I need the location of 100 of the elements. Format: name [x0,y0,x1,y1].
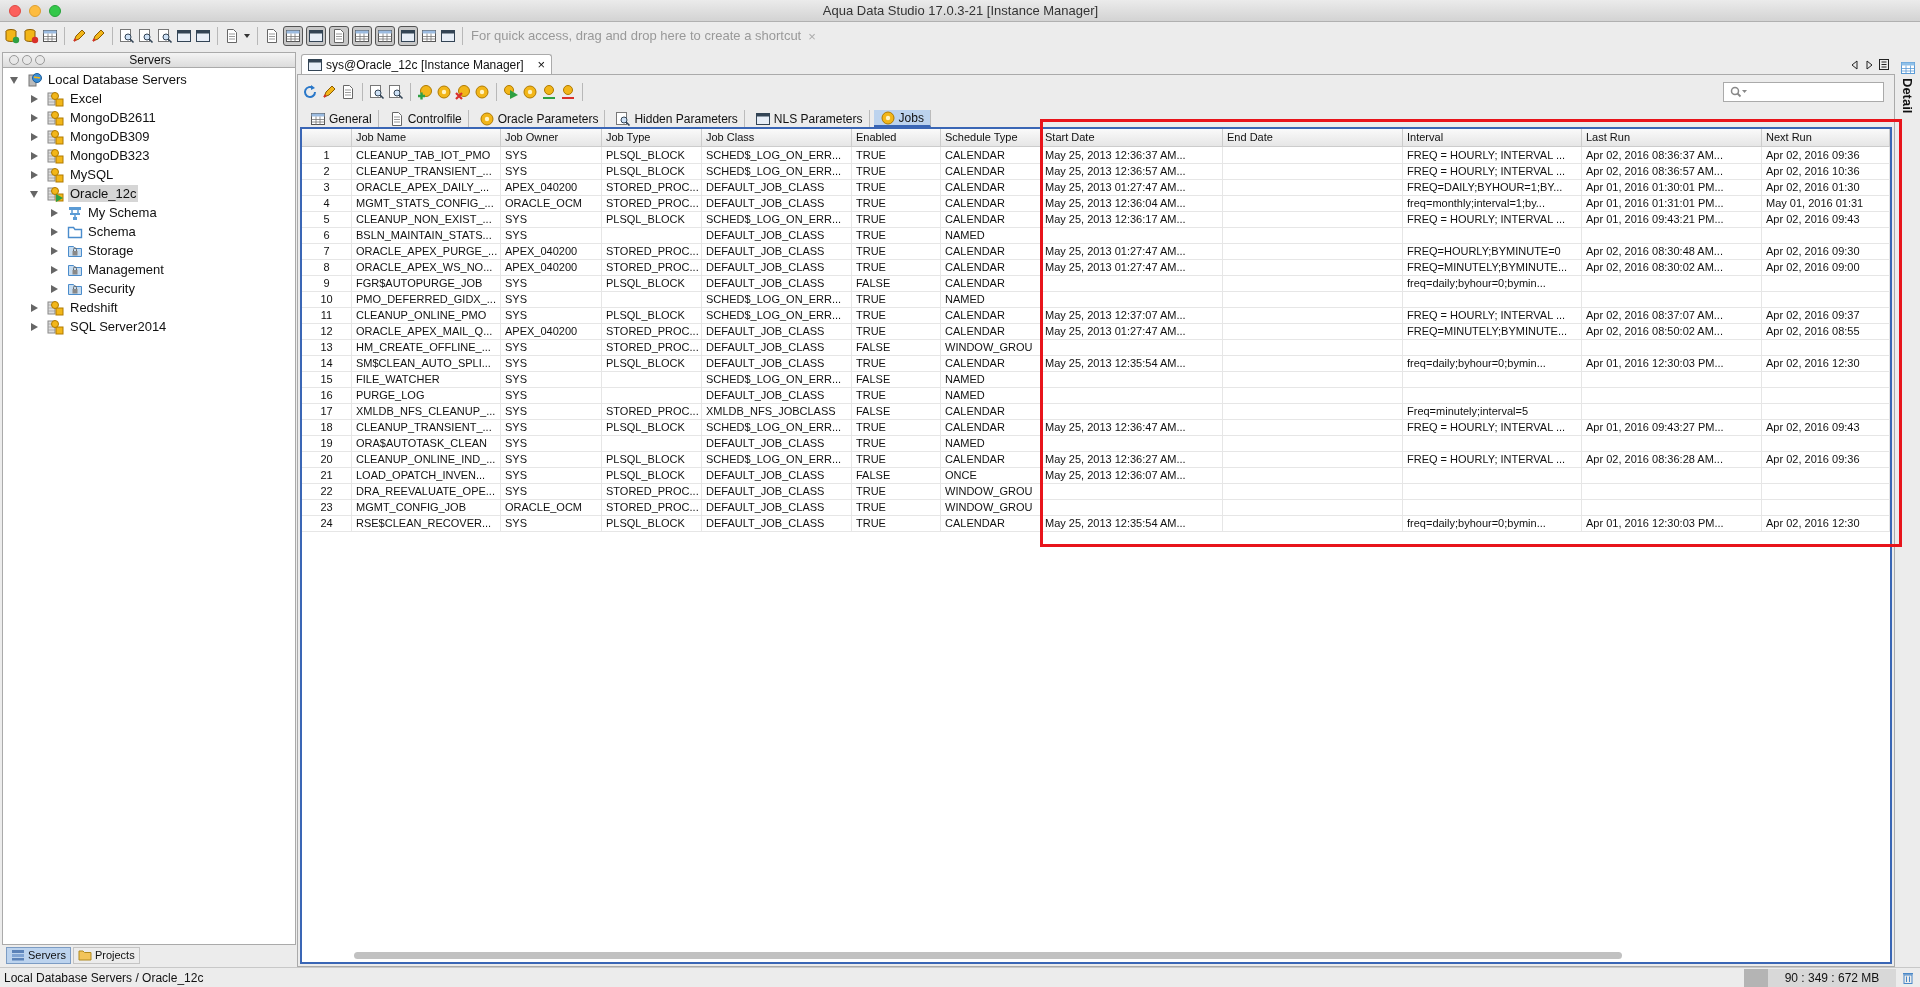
database-icon[interactable] [4,28,20,44]
gear-underline-icon[interactable] [541,84,557,100]
window-icon[interactable] [440,28,456,44]
column-header[interactable]: End Date [1223,129,1403,146]
window-icon[interactable] [308,28,324,44]
editor-tab[interactable]: sys@Oracle_12c [Instance Manager] × [301,54,553,74]
table-cell: SCHED$_LOG_ON_ERR... [702,291,852,308]
window-icon[interactable] [195,28,211,44]
collapsed-arrow-icon[interactable] [49,207,59,218]
search-icon[interactable] [119,28,135,44]
document-icon[interactable] [331,28,347,44]
grid-icon[interactable] [42,28,58,44]
tree-item[interactable]: Oracle_12c [68,185,139,202]
column-header[interactable]: Schedule Type [941,129,1041,146]
table-cell: freq=daily;byhour=0;bymin... [1403,275,1582,292]
tree-item[interactable]: Storage [86,242,136,259]
table-cell: WINDOW_GROU [941,339,1041,356]
column-header[interactable]: Interval [1403,129,1582,146]
column-header[interactable]: Enabled [852,129,941,146]
search-icon[interactable] [138,28,154,44]
tab[interactable]: Jobs [873,110,931,127]
tree-item[interactable]: MongoDB2611 [68,109,158,126]
row-number: 16 [302,387,352,404]
scroll-left-icon[interactable] [1851,59,1859,70]
gear-plus-icon[interactable] [417,84,433,100]
tree-item[interactable]: Redshift [68,299,120,316]
tree-item[interactable]: MongoDB309 [68,128,152,145]
gear-icon[interactable] [436,84,452,100]
collapsed-arrow-icon[interactable] [29,321,39,332]
table-cell: CLEANUP_TRANSIENT_... [352,419,501,436]
trash-icon[interactable] [1902,971,1914,984]
column-header[interactable]: Next Run [1762,129,1890,146]
gear-underline-icon[interactable] [560,84,576,100]
search-icon[interactable] [615,110,632,127]
window-icon[interactable] [400,28,416,44]
window-icon[interactable] [754,110,771,127]
column-header[interactable]: Job Type [602,129,702,146]
document-icon[interactable] [224,28,240,44]
search-icon[interactable] [388,84,404,100]
tree-item[interactable]: MongoDB323 [68,147,152,164]
gear-icon[interactable] [879,109,896,126]
collapsed-arrow-icon[interactable] [29,169,39,180]
column-header[interactable]: Last Run [1582,129,1762,146]
collapsed-arrow-icon[interactable] [49,283,59,294]
pen-icon[interactable] [90,28,106,44]
column-header[interactable]: Job Owner [501,129,602,146]
pen-icon[interactable] [321,84,337,100]
collapsed-arrow-icon[interactable] [29,131,39,142]
horizontal-scrollbar[interactable] [354,951,1622,959]
collapsed-arrow-icon[interactable] [29,302,39,313]
detail-tab[interactable]: Detail [1897,78,1918,114]
collapsed-arrow-icon[interactable] [49,226,59,237]
collapsed-arrow-icon[interactable] [49,264,59,275]
gear-cross-icon[interactable] [455,84,471,100]
tree-item[interactable]: Management [86,261,166,278]
table-icon[interactable] [1900,62,1915,74]
tree-item[interactable]: Schema [86,223,138,240]
database-icon[interactable] [23,28,39,44]
expanded-arrow-icon[interactable] [29,188,39,199]
row-number: 22 [302,483,352,500]
gear-icon[interactable] [522,84,538,100]
expanded-arrow-icon[interactable] [9,74,19,85]
table-cell: Apr 02, 2016 08:37:07 AM... [1582,307,1762,324]
column-header[interactable]: Job Name [352,129,501,146]
refresh-icon[interactable] [302,84,318,100]
grid-icon[interactable] [377,28,393,44]
collapsed-arrow-icon[interactable] [29,150,39,161]
document-icon[interactable] [340,84,356,100]
search-field[interactable] [1723,82,1884,102]
scroll-right-icon[interactable] [1865,59,1873,70]
tree-item[interactable]: SQL Server2014 [68,318,169,335]
panel-tab[interactable]: Projects [72,946,140,964]
pen-icon[interactable] [71,28,87,44]
document-icon[interactable] [264,28,280,44]
collapsed-arrow-icon[interactable] [29,93,39,104]
grid-icon[interactable] [310,110,326,127]
tree-item[interactable]: MySQL [68,166,116,183]
panel-tab[interactable]: Servers [6,946,71,964]
gear-icon[interactable] [474,84,490,100]
table-cell: SYS [501,275,602,292]
close-window-button[interactable] [9,4,21,17]
tree-item[interactable]: My Schema [86,204,159,221]
tree-item[interactable]: Local Database Servers [46,71,189,88]
column-header[interactable]: Job Class [702,129,852,146]
list-icon[interactable] [1879,59,1889,70]
window-icon[interactable] [176,28,192,44]
search-icon[interactable] [157,28,173,44]
table-cell: SCHED$_LOG_ON_ERR... [702,451,852,468]
play-gear-icon[interactable] [503,84,519,100]
close-tab-button[interactable]: × [537,58,546,71]
search-icon[interactable] [369,84,385,100]
tree-item[interactable]: Excel [68,90,104,107]
collapsed-arrow-icon[interactable] [49,245,59,256]
tree-item[interactable]: Security [86,280,137,297]
grid-icon[interactable] [354,28,370,44]
grid-icon[interactable] [421,28,437,44]
grid-icon[interactable] [285,28,301,44]
collapsed-arrow-icon[interactable] [29,112,39,123]
gear-icon[interactable] [478,110,495,127]
column-header[interactable]: Start Date [1041,129,1223,146]
